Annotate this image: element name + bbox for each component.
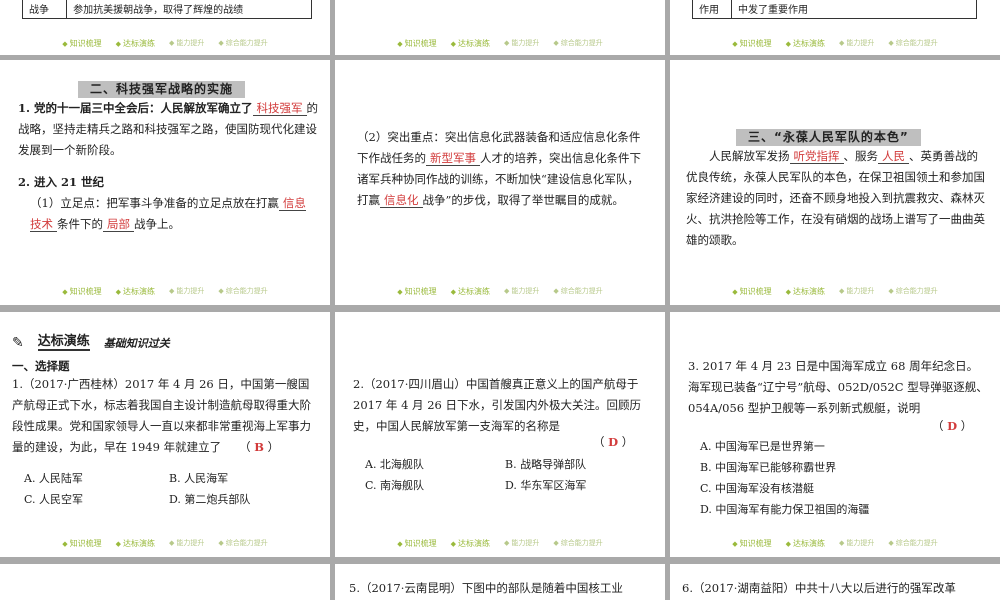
answer: D [947,419,958,433]
option[interactable]: A. 人民陆军 [24,468,169,489]
option[interactable]: D. 中国海军有能力保卫祖国的海疆 [700,499,869,520]
fill-blank: 听党指挥 [789,149,844,164]
option[interactable]: C. 南海舰队 [365,475,505,496]
panel-question-2: 2.（2017·四川眉山）中国首艘真正意义上的国产航母于 2017 年 4 月 … [335,312,665,557]
subtitle: 基础知识过关 [103,337,170,350]
badge: 达标演练 [37,330,90,351]
panel-bottom-left [0,564,330,600]
paragraph: 2. 进入 21 世纪 [18,175,105,189]
panel-footer: 知识梳理达标演练能力提升综合能力提升 [670,38,1000,49]
options: A. 北海舰队 B. 战略导弹部队 C. 南海舰队 D. 华东军区海军 [365,454,645,496]
option[interactable]: A. 中国海军已是世界第一 [700,436,869,457]
panel-footer: 知识梳理达标演练能力提升综合能力提升 [0,38,330,49]
paragraph: （2）突出重点：突出信息化武器装备和适应信息化条件下作战任务的 新型军事 人才的培养… [357,130,641,208]
question-text: 5.（2017·云南昆明）下图中的部队是随着中国核工业 [349,581,623,595]
option[interactable]: B. 人民海军 [169,468,314,489]
panel-footer: 知识梳理达标演练能力提升综合能力提升 [0,286,330,297]
panel-top-left: 战争参加抗美援朝战争，取得了辉煌的战绩 知识梳理达标演练能力提升综合能力提升 [0,0,330,55]
option[interactable]: D. 第二炮兵部队 [169,489,314,510]
panel-footer: 知识梳理达标演练能力提升综合能力提升 [335,538,665,549]
fill-blank: 新型军事 [426,151,480,166]
panel-footer: 知识梳理达标演练能力提升综合能力提升 [335,286,665,297]
panel-question-1: ✎ 达标演练 基础知识过关 一、选择题 1.（2017·广西桂林）2017 年 … [0,312,330,557]
answer: D [608,435,619,449]
panel-top-right: 作用中发了重要作用 知识梳理达标演练能力提升综合能力提升 [670,0,1000,55]
role-table: 作用 中发了重要作用 [692,0,977,19]
panel-footer: 知识梳理达标演练能力提升综合能力提升 [0,538,330,549]
war-table: 战争 参加抗美援朝战争，取得了辉煌的战绩 [21,0,312,19]
paragraph: 人民解放军发扬 听党指挥 、服务 人民 、英勇善战的优良传统，永葆人民军队的本色，在保卫… [686,149,985,247]
fill-blank: 信息化 [380,193,423,208]
panel-army-spirit: 三、“永葆人民军队的本色” 人民解放军发扬 听党指挥 、服务 人民 、英勇善战的优良传统… [670,60,1000,305]
option[interactable]: C. 中国海军没有核潜艇 [700,478,869,499]
panel-question-3: 3. 2017 年 4 月 23 日是中国海军成立 68 周年纪念日。海军现已装… [670,312,1000,557]
table-cell: 作用 [692,0,732,19]
paragraph: （1）立足点：把军事斗争准备的立足点放在打赢 信息技术 条件下的 局部 战争上。 [30,196,306,232]
option[interactable]: D. 华东军区海军 [505,475,645,496]
options: A. 中国海军已是世界第一 B. 中国海军已能够称霸世界 C. 中国海军没有核潜… [700,436,869,520]
panel-top-middle: 知识梳理达标演练能力提升综合能力提升 [335,0,665,55]
option[interactable]: C. 人民空军 [24,489,169,510]
answer-bracket: （ D ） [932,419,973,433]
options: A. 人民陆军 B. 人民海军 C. 人民空军 D. 第二炮兵部队 [24,468,314,510]
table-cell: 参加抗美援朝战争，取得了辉煌的战绩 [66,0,312,19]
section-heading: 二、科技强军战略的实施 [78,78,246,98]
panel-tech-strategy: 二、科技强军战略的实施 1. 党的十一届三中全会后：人民解放军确立了 科技强军 的战… [0,60,330,305]
fill-blank: 人民 [878,149,909,164]
answer: B [254,440,264,454]
option[interactable]: B. 战略导弹部队 [505,454,645,475]
panel-bottom-right: 6.（2017·湖南益阳）中共十八大以后进行的强军改革 [670,564,1000,600]
section-heading: 三、“永葆人民军队的本色” [736,126,921,146]
fill-blank: 局部 [103,217,134,232]
question-text: 3. 2017 年 4 月 23 日是中国海军成立 68 周年纪念日。海军现已装… [688,359,988,415]
exercise-header: ✎ 达标演练 基础知识过关 [12,330,170,351]
panel-footer: 知识梳理达标演练能力提升综合能力提升 [335,38,665,49]
panel-footer: 知识梳理达标演练能力提升综合能力提升 [670,538,1000,549]
option[interactable]: B. 中国海军已能够称霸世界 [700,457,869,478]
panel-footer: 知识梳理达标演练能力提升综合能力提升 [670,286,1000,297]
question-text: 6.（2017·湖南益阳）中共十八大以后进行的强军改革 [682,581,956,595]
table-cell: 战争 [21,0,68,19]
panel-focus: （2）突出重点：突出信息化武器装备和适应信息化条件下作战任务的 新型军事 人才的培养… [335,60,665,305]
question-text: 2.（2017·四川眉山）中国首艘真正意义上的国产航母于 2017 年 4 月 … [353,377,641,433]
answer-bracket: （ D ） [593,435,634,449]
slide-grid: 战争参加抗美援朝战争，取得了辉煌的战绩 知识梳理达标演练能力提升综合能力提升 知… [0,0,1000,600]
option[interactable]: A. 北海舰队 [365,454,505,475]
panel-bottom-middle: 5.（2017·云南昆明）下图中的部队是随着中国核工业 [335,564,665,600]
question-text: 1.（2017·广西桂林）2017 年 4 月 26 日，中国第一艘国产航母正式… [12,377,311,454]
table-cell: 中发了重要作用 [731,0,977,19]
fill-blank: 科技强军 [252,101,307,116]
paragraph: 1. 党的十一届三中全会后：人民解放军确立了 科技强军 的战略，坚持走精兵之路和科技… [18,101,319,157]
pen-icon: ✎ [12,335,24,351]
